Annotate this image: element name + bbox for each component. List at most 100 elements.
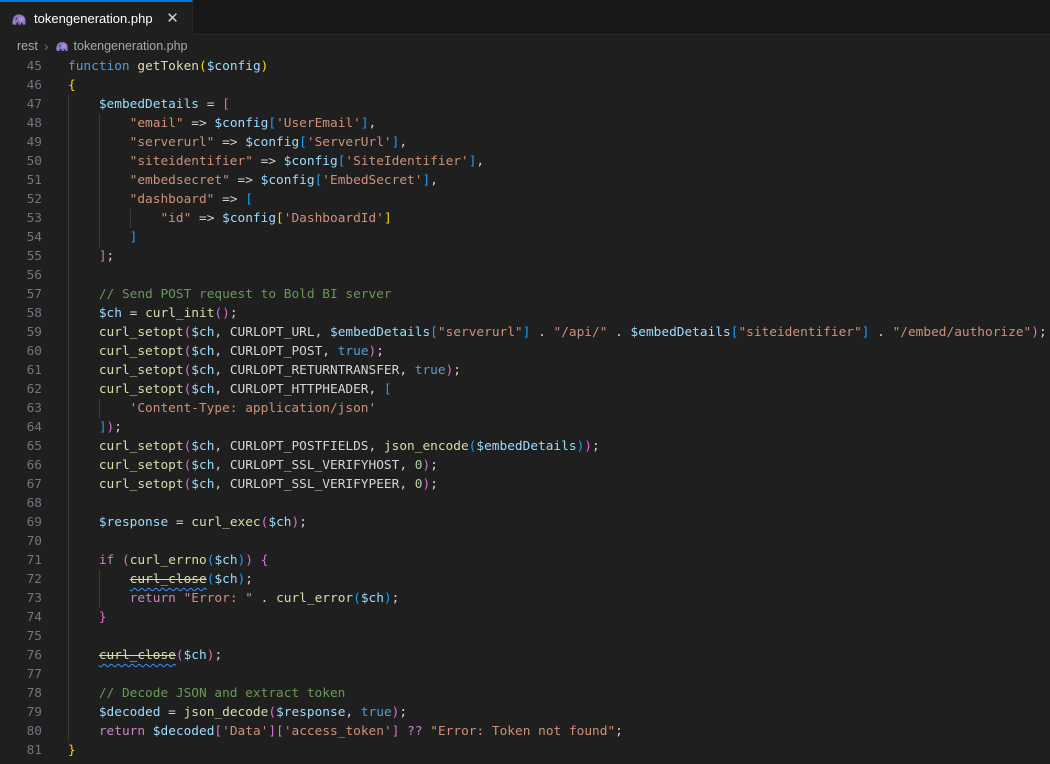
code-line[interactable]: 46{ [0, 76, 1050, 95]
code-text: "email" => $config['UserEmail'], [42, 114, 376, 133]
code-line[interactable]: 78 // Decode JSON and extract token [0, 684, 1050, 703]
line-number: 48 [0, 114, 42, 133]
code-line[interactable]: 49 "serverurl" => $config['ServerUrl'], [0, 133, 1050, 152]
line-number: 73 [0, 589, 42, 608]
line-number: 59 [0, 323, 42, 342]
code-text: 'Content-Type: application/json' [42, 399, 376, 418]
code-text: function getToken($config) [42, 57, 268, 76]
code-line[interactable]: 47 $embedDetails = [ [0, 95, 1050, 114]
code-line[interactable]: 65 curl_setopt($ch, CURLOPT_POSTFIELDS, … [0, 437, 1050, 456]
code-line[interactable]: 75 [0, 627, 1050, 646]
tab-title: tokengeneration.php [34, 11, 153, 26]
line-number: 56 [0, 266, 42, 285]
code-text [42, 494, 68, 513]
line-number: 80 [0, 722, 42, 741]
code-text: return $decoded['Data']['access_token'] … [42, 722, 623, 741]
line-number: 75 [0, 627, 42, 646]
code-line[interactable]: 72 curl_close($ch); [0, 570, 1050, 589]
code-line[interactable]: 73 return "Error: " . curl_error($ch); [0, 589, 1050, 608]
code-text: curl_close($ch); [42, 570, 253, 589]
code-text: "dashboard" => [ [42, 190, 253, 209]
code-line[interactable]: 55 ]; [0, 247, 1050, 266]
code-line[interactable]: 52 "dashboard" => [ [0, 190, 1050, 209]
line-number: 65 [0, 437, 42, 456]
code-text: } [42, 741, 76, 760]
code-text [42, 532, 68, 551]
code-line[interactable]: 50 "siteidentifier" => $config['SiteIden… [0, 152, 1050, 171]
code-text: ]; [42, 247, 114, 266]
line-number: 72 [0, 570, 42, 589]
tab-tokengeneration[interactable]: tokengeneration.php ✕ [0, 0, 193, 35]
code-line[interactable]: 60 curl_setopt($ch, CURLOPT_POST, true); [0, 342, 1050, 361]
code-text: // Send POST request to Bold BI server [42, 285, 392, 304]
code-line[interactable]: 68 [0, 494, 1050, 513]
line-number: 50 [0, 152, 42, 171]
php-elephant-icon [11, 11, 27, 27]
code-line[interactable]: 62 curl_setopt($ch, CURLOPT_HTTPHEADER, … [0, 380, 1050, 399]
line-number: 81 [0, 741, 42, 760]
code-line[interactable]: 59 curl_setopt($ch, CURLOPT_URL, $embedD… [0, 323, 1050, 342]
line-number: 78 [0, 684, 42, 703]
code-text: curl_close($ch); [42, 646, 222, 665]
code-line[interactable]: 80 return $decoded['Data']['access_token… [0, 722, 1050, 741]
code-text: $response = curl_exec($ch); [42, 513, 307, 532]
code-lines: 45function getToken($config)46{47 $embed… [0, 57, 1050, 760]
code-text: $embedDetails = [ [42, 95, 230, 114]
line-number: 54 [0, 228, 42, 247]
code-line[interactable]: 54 ] [0, 228, 1050, 247]
code-line[interactable]: 79 $decoded = json_decode($response, tru… [0, 703, 1050, 722]
code-editor[interactable]: 45function getToken($config)46{47 $embed… [0, 57, 1050, 764]
breadcrumb: rest › tokengeneration.php [0, 35, 1050, 57]
code-line[interactable]: 57 // Send POST request to Bold BI serve… [0, 285, 1050, 304]
line-number: 68 [0, 494, 42, 513]
code-text: } [42, 608, 107, 627]
line-number: 71 [0, 551, 42, 570]
line-number: 47 [0, 95, 42, 114]
tab-bar: tokengeneration.php ✕ [0, 0, 1050, 35]
code-text [42, 266, 68, 285]
line-number: 55 [0, 247, 42, 266]
line-number: 61 [0, 361, 42, 380]
breadcrumb-folder[interactable]: rest [17, 39, 38, 53]
code-line[interactable]: 58 $ch = curl_init(); [0, 304, 1050, 323]
code-text: "siteidentifier" => $config['SiteIdentif… [42, 152, 484, 171]
line-number: 57 [0, 285, 42, 304]
code-line[interactable]: 81} [0, 741, 1050, 760]
code-text: "embedsecret" => $config['EmbedSecret'], [42, 171, 438, 190]
code-line[interactable]: 76 curl_close($ch); [0, 646, 1050, 665]
code-line[interactable]: 77 [0, 665, 1050, 684]
code-text: // Decode JSON and extract token [42, 684, 345, 703]
code-line[interactable]: 71 if (curl_errno($ch)) { [0, 551, 1050, 570]
line-number: 62 [0, 380, 42, 399]
code-text: { [42, 76, 76, 95]
code-line[interactable]: 63 'Content-Type: application/json' [0, 399, 1050, 418]
code-line[interactable]: 53 "id" => $config['DashboardId'] [0, 209, 1050, 228]
code-line[interactable]: 74 } [0, 608, 1050, 627]
line-number: 67 [0, 475, 42, 494]
breadcrumb-file[interactable]: tokengeneration.php [74, 39, 188, 53]
code-line[interactable]: 64 ]); [0, 418, 1050, 437]
code-line[interactable]: 45function getToken($config) [0, 57, 1050, 76]
tab-close-icon[interactable]: ✕ [164, 10, 182, 28]
line-number: 76 [0, 646, 42, 665]
code-text: ] [42, 228, 137, 247]
line-number: 66 [0, 456, 42, 475]
code-line[interactable]: 69 $response = curl_exec($ch); [0, 513, 1050, 532]
line-number: 79 [0, 703, 42, 722]
code-line[interactable]: 66 curl_setopt($ch, CURLOPT_SSL_VERIFYHO… [0, 456, 1050, 475]
code-text: curl_setopt($ch, CURLOPT_HTTPHEADER, [ [42, 380, 392, 399]
code-line[interactable]: 56 [0, 266, 1050, 285]
code-line[interactable]: 61 curl_setopt($ch, CURLOPT_RETURNTRANSF… [0, 361, 1050, 380]
line-number: 52 [0, 190, 42, 209]
code-text: $decoded = json_decode($response, true); [42, 703, 407, 722]
code-line[interactable]: 67 curl_setopt($ch, CURLOPT_SSL_VERIFYPE… [0, 475, 1050, 494]
line-number: 77 [0, 665, 42, 684]
line-number: 58 [0, 304, 42, 323]
code-line[interactable]: 70 [0, 532, 1050, 551]
code-text: curl_setopt($ch, CURLOPT_SSL_VERIFYPEER,… [42, 475, 438, 494]
code-line[interactable]: 48 "email" => $config['UserEmail'], [0, 114, 1050, 133]
code-line[interactable]: 51 "embedsecret" => $config['EmbedSecret… [0, 171, 1050, 190]
line-number: 63 [0, 399, 42, 418]
code-text: ]); [42, 418, 122, 437]
code-text: curl_setopt($ch, CURLOPT_SSL_VERIFYHOST,… [42, 456, 438, 475]
